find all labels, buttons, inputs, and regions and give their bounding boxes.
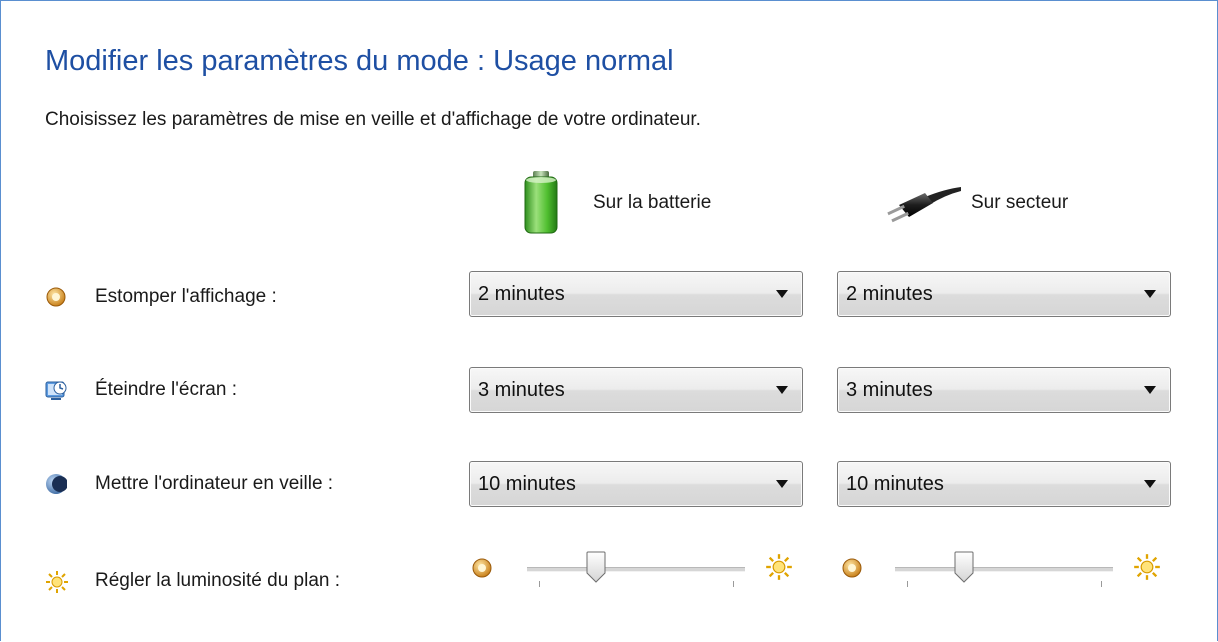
select-value: 2 minutes [846,282,933,305]
chevron-down-icon [1144,290,1156,298]
turn-off-display-icon [45,379,67,401]
row-sleep-label: Mettre l'ordinateur en veille : [45,468,333,500]
column-header-battery: Sur la batterie [521,169,711,237]
slider-track [527,567,745,572]
battery-icon [524,171,558,234]
brightness-high-icon [765,553,793,581]
row-brightness-label: Régler la luminosité du plan : [45,565,340,597]
row-label-text: Estomper l'affichage : [95,286,277,307]
power-plug-icon [887,187,961,223]
dim-display-icon [45,286,67,308]
turn-off-display-plugged-select[interactable]: 3 minutes [837,367,1171,413]
select-value: 3 minutes [478,378,565,401]
brightness-low-icon [471,557,493,579]
select-value: 10 minutes [846,472,944,495]
select-value: 3 minutes [846,378,933,401]
chevron-down-icon [1144,386,1156,394]
row-label-text: Éteindre l'écran : [95,379,237,400]
select-value: 10 minutes [478,472,576,495]
power-plan-panel: Modifier les paramètres du mode : Usage … [0,0,1218,641]
sleep-plugged-select[interactable]: 10 minutes [837,461,1171,507]
page-subtitle: Choisissez les paramètres de mise en vei… [45,109,701,130]
slider-tick [539,581,540,587]
slider-thumb[interactable] [954,551,974,583]
chevron-down-icon [776,480,788,488]
row-turn-off-display-label: Éteindre l'écran : [45,374,237,406]
brightness-high-icon [1133,553,1161,581]
slider-tick [907,581,908,587]
sleep-moon-icon [45,473,68,495]
brightness-plugged-slider[interactable] [895,551,1113,593]
row-label-text: Mettre l'ordinateur en veille : [95,473,334,494]
brightness-sun-icon [45,570,68,593]
slider-tick [1101,581,1102,587]
plugged-column-label: Sur secteur [971,192,1069,213]
slider-track [895,567,1113,572]
chevron-down-icon [1144,480,1156,488]
page-title: Modifier les paramètres du mode : Usage … [45,45,674,77]
dim-display-battery-select[interactable]: 2 minutes [469,271,803,317]
turn-off-display-battery-select[interactable]: 3 minutes [469,367,803,413]
sleep-battery-select[interactable]: 10 minutes [469,461,803,507]
select-value: 2 minutes [478,282,565,305]
brightness-low-icon [841,557,863,579]
slider-thumb[interactable] [586,551,606,583]
chevron-down-icon [776,386,788,394]
battery-column-label: Sur la batterie [593,192,712,213]
slider-tick [733,581,734,587]
row-dim-display-label: Estomper l'affichage : [45,281,277,313]
row-label-text: Régler la luminosité du plan : [95,570,341,591]
chevron-down-icon [776,290,788,298]
dim-display-plugged-select[interactable]: 2 minutes [837,271,1171,317]
column-header-plugged: Sur secteur [885,183,1068,223]
brightness-battery-slider[interactable] [527,551,745,593]
